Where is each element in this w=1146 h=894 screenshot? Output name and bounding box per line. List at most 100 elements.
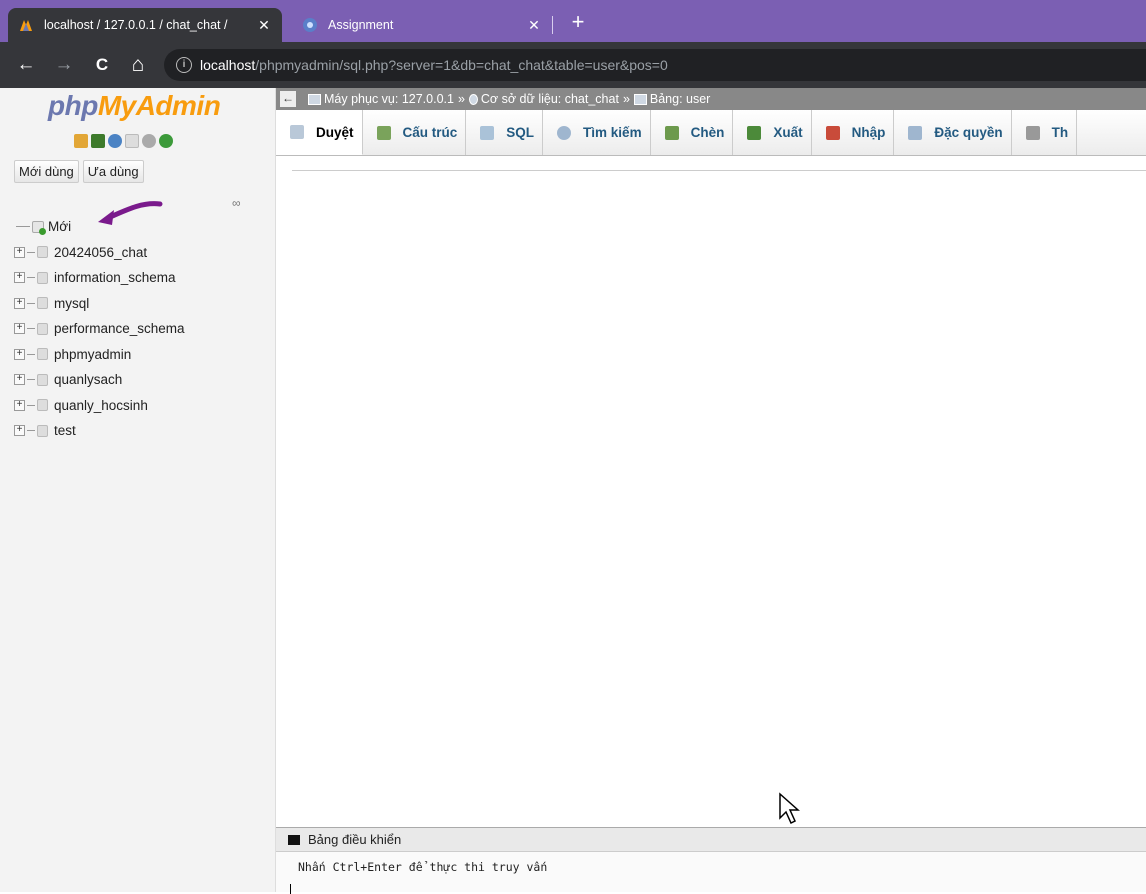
tree-item-new[interactable]: Mới — [14, 214, 185, 240]
tab-sql[interactable]: SQL — [466, 110, 544, 155]
url-input[interactable]: i localhost/phpmyadmin/sql.php?server=1&… — [164, 49, 1146, 81]
console-header[interactable]: Bảng điều khiển — [276, 828, 1146, 852]
database-name: mysql — [54, 295, 90, 311]
breadcrumb-server[interactable]: Máy phục vụ: 127.0.0.1 — [324, 92, 454, 106]
expand-icon[interactable]: + — [14, 272, 25, 284]
docs-icon[interactable] — [125, 134, 139, 148]
breadcrumb-separator: » — [622, 92, 630, 106]
phpmyadmin-logo[interactable]: phpMyAdmin — [48, 90, 221, 122]
tree-connector — [27, 404, 35, 406]
console-hint: Nhấn Ctrl+Enter để thực thi truy vấn — [298, 860, 548, 874]
database-icon — [37, 246, 48, 259]
tab-export[interactable]: Xuất — [733, 110, 812, 155]
tab-label: Th — [1051, 125, 1069, 140]
tab-title: localhost / 127.0.0.1 / chat_chat / — [44, 18, 228, 32]
back-button[interactable]: ← — [14, 53, 38, 77]
info-icon[interactable]: i — [176, 57, 192, 73]
database-icon — [37, 348, 48, 361]
exit-icon[interactable] — [91, 134, 105, 148]
home-button[interactable]: ⌂ — [126, 53, 150, 77]
structure-icon — [376, 125, 391, 140]
tree-connector — [16, 226, 30, 228]
tree-item-database[interactable]: + quanlysach — [14, 367, 185, 393]
tab-browse[interactable]: Duyệt — [276, 110, 363, 155]
tab-label: Chèn — [690, 125, 725, 140]
database-icon — [468, 93, 478, 105]
tab-title: Assignment — [328, 18, 394, 32]
database-icon — [37, 373, 48, 386]
home-icon[interactable] — [74, 134, 88, 148]
database-name: phpmyadmin — [54, 346, 132, 362]
breadcrumb-table[interactable]: Bảng: user — [650, 92, 710, 106]
tree-connector — [27, 430, 35, 432]
tab-insert[interactable]: Chèn — [651, 110, 734, 155]
close-icon[interactable]: ✕ — [256, 17, 272, 34]
tree-item-database[interactable]: + mysql — [14, 291, 185, 317]
expand-icon[interactable]: + — [14, 399, 25, 411]
tree-item-database[interactable]: + test — [14, 418, 185, 444]
console-icon — [288, 834, 300, 845]
database-icon — [37, 424, 48, 437]
tree-item-label: Mới — [48, 219, 72, 235]
gear-icon[interactable] — [142, 134, 156, 148]
tree-item-database[interactable]: + quanly_hocsinh — [14, 393, 185, 419]
tab-label: Nhập — [851, 125, 886, 140]
expand-icon[interactable]: + — [14, 425, 25, 437]
url-host: localhost — [200, 57, 256, 73]
tab-assignment[interactable]: Assignment ✕ — [292, 8, 552, 42]
link-icon[interactable]: ∞ — [232, 196, 241, 210]
database-name: quanlysach — [54, 372, 123, 388]
tab-label: Đặc quyền — [934, 125, 1003, 140]
mouse-cursor-icon — [779, 792, 800, 825]
close-icon[interactable]: ✕ — [526, 17, 542, 34]
navigation-panel: phpMyAdmin Mới dùng Ưa dùng ∞ Mới +20424… — [0, 88, 276, 892]
tree-connector — [27, 302, 35, 304]
tab-structure[interactable]: Cấu trúc — [363, 110, 467, 155]
tree-item-database[interactable]: + phpmyadmin — [14, 342, 185, 368]
sql-icon — [480, 125, 495, 140]
tree-item-database[interactable]: +20424056_chat — [14, 240, 185, 266]
database-name: 20424056_chat — [54, 244, 148, 260]
recent-button[interactable]: Mới dùng — [14, 160, 79, 183]
url-path: /phpmyadmin/sql.php?server=1&db=chat_cha… — [255, 57, 668, 73]
tab-privileges[interactable]: Đặc quyền — [894, 110, 1012, 155]
tab-localhost[interactable]: localhost / 127.0.0.1 / chat_chat / ✕ — [8, 8, 282, 42]
tree-connector — [27, 379, 35, 381]
forward-button[interactable]: → — [52, 53, 76, 77]
database-name: quanly_hocsinh — [54, 397, 148, 413]
expand-icon[interactable]: + — [14, 246, 25, 258]
database-tree: Mới +20424056_chat + information_schema +… — [14, 214, 185, 444]
tree-item-database[interactable]: + information_schema — [14, 265, 185, 291]
console-input[interactable] — [290, 884, 291, 894]
database-name: performance_schema — [54, 321, 185, 337]
new-tab-button[interactable]: + — [566, 10, 590, 34]
content-divider — [292, 170, 1146, 171]
expand-icon[interactable]: + — [14, 297, 25, 309]
expand-icon[interactable]: + — [14, 348, 25, 360]
reload-button[interactable]: C — [90, 53, 114, 77]
database-icon — [37, 399, 48, 412]
reload-icon[interactable] — [159, 134, 173, 148]
expand-icon[interactable]: + — [14, 323, 25, 335]
tree-item-database[interactable]: + performance_schema — [14, 316, 185, 342]
breadcrumb-database[interactable]: Cơ sở dữ liệu: chat_chat — [481, 92, 619, 106]
expand-icon[interactable]: + — [14, 374, 25, 386]
tab-label: Tìm kiếm — [583, 125, 642, 140]
tree-connector — [27, 251, 35, 253]
insert-icon — [664, 125, 679, 140]
database-name: test — [54, 423, 76, 439]
import-icon — [825, 125, 840, 140]
browser-tab-bar: localhost / 127.0.0.1 / chat_chat / ✕ As… — [0, 0, 1146, 42]
tree-connector — [27, 277, 35, 279]
tab-import[interactable]: Nhập — [812, 110, 895, 155]
tree-connector — [27, 353, 35, 355]
favorites-button[interactable]: Ưa dùng — [82, 160, 144, 183]
collapse-icon[interactable]: ← — [280, 91, 296, 107]
tab-search[interactable]: Tìm kiếm — [543, 110, 651, 155]
operations-icon — [1025, 125, 1040, 140]
tab-label: Cấu trúc — [402, 125, 458, 140]
help-icon[interactable] — [108, 134, 122, 148]
tab-operations[interactable]: Th — [1012, 110, 1078, 155]
main-content — [276, 157, 1146, 827]
privileges-icon — [908, 125, 923, 140]
